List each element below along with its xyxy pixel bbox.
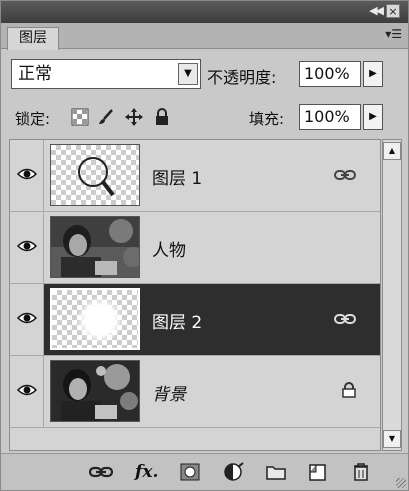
tab-row: 图层 ▾☰ — [1, 23, 408, 50]
layer-name[interactable]: 图层 1 — [152, 164, 202, 189]
visibility-toggle[interactable] — [10, 356, 44, 427]
layer-name[interactable]: 背景 — [152, 380, 186, 405]
opacity-label: 不透明度: — [207, 68, 277, 87]
eye-icon — [17, 312, 37, 324]
fill-label: 填充: — [249, 110, 285, 128]
visibility-toggle[interactable] — [10, 284, 44, 355]
adjustment-layer-icon[interactable] — [223, 462, 245, 482]
eye-icon — [17, 240, 37, 252]
layer-thumbnail — [50, 144, 140, 206]
close-icon[interactable]: × — [386, 4, 400, 18]
lock-icon — [342, 382, 356, 402]
lock-label: 锁定: — [15, 110, 51, 128]
blend-mode-select[interactable]: 正常 ▼ — [11, 59, 201, 89]
layer-row[interactable]: 人物 — [10, 212, 380, 284]
layers-panel: ◀◀ × 图层 ▾☰ 正常 ▼ 不透明度: 100% ▶ 锁定: 填充: 100… — [0, 0, 409, 491]
link-icon — [334, 166, 356, 185]
resize-grip[interactable] — [396, 478, 406, 488]
lock-pixels-icon[interactable] — [97, 108, 115, 126]
opacity-field[interactable]: 100% — [299, 61, 361, 87]
link-icon — [334, 310, 356, 329]
layer-thumbnail — [50, 288, 140, 350]
fx-icon[interactable]: fx. — [135, 462, 158, 482]
lock-position-icon[interactable] — [125, 108, 143, 126]
tab-layers[interactable]: 图层 — [7, 27, 59, 50]
eye-icon — [17, 384, 37, 396]
visibility-toggle[interactable] — [10, 212, 44, 283]
collapse-icon[interactable]: ◀◀ — [369, 4, 384, 17]
add-mask-icon[interactable] — [179, 462, 201, 482]
trash-icon[interactable] — [351, 462, 373, 482]
layer-row-selected[interactable]: 图层 2 — [10, 284, 380, 356]
link-layers-icon[interactable] — [88, 462, 114, 482]
panel-titlebar: ◀◀ × — [1, 1, 408, 23]
visibility-toggle[interactable] — [10, 140, 44, 211]
layer-thumbnail-photo — [50, 360, 140, 422]
eye-icon — [17, 168, 37, 180]
layer-thumbnail-photo — [50, 216, 140, 278]
layer-row[interactable]: 图层 1 — [10, 140, 380, 212]
layers-scrollbar[interactable]: ▲ ▼ — [382, 139, 402, 451]
panel-menu-icon[interactable]: ▾☰ — [385, 27, 402, 41]
new-group-icon[interactable] — [265, 462, 287, 482]
layers-list: 图层 1 人物 图层 2 背景 — [9, 139, 381, 451]
blend-mode-value: 正常 — [18, 64, 52, 84]
layer-row[interactable]: 背景 — [10, 356, 380, 428]
opacity-slider-button[interactable]: ▶ — [363, 61, 383, 87]
fill-slider-button[interactable]: ▶ — [363, 104, 383, 130]
fill-field[interactable]: 100% — [299, 104, 361, 130]
new-layer-icon[interactable] — [307, 462, 329, 482]
layer-name[interactable]: 图层 2 — [152, 308, 202, 333]
scroll-down-icon[interactable]: ▼ — [383, 430, 401, 448]
bottom-toolbar: fx. — [1, 453, 408, 490]
lock-transparency-icon[interactable] — [71, 108, 89, 126]
scroll-up-icon[interactable]: ▲ — [383, 142, 401, 160]
chevron-down-icon[interactable]: ▼ — [178, 63, 198, 85]
lock-all-icon[interactable] — [153, 108, 171, 126]
layer-name[interactable]: 人物 — [152, 236, 186, 261]
